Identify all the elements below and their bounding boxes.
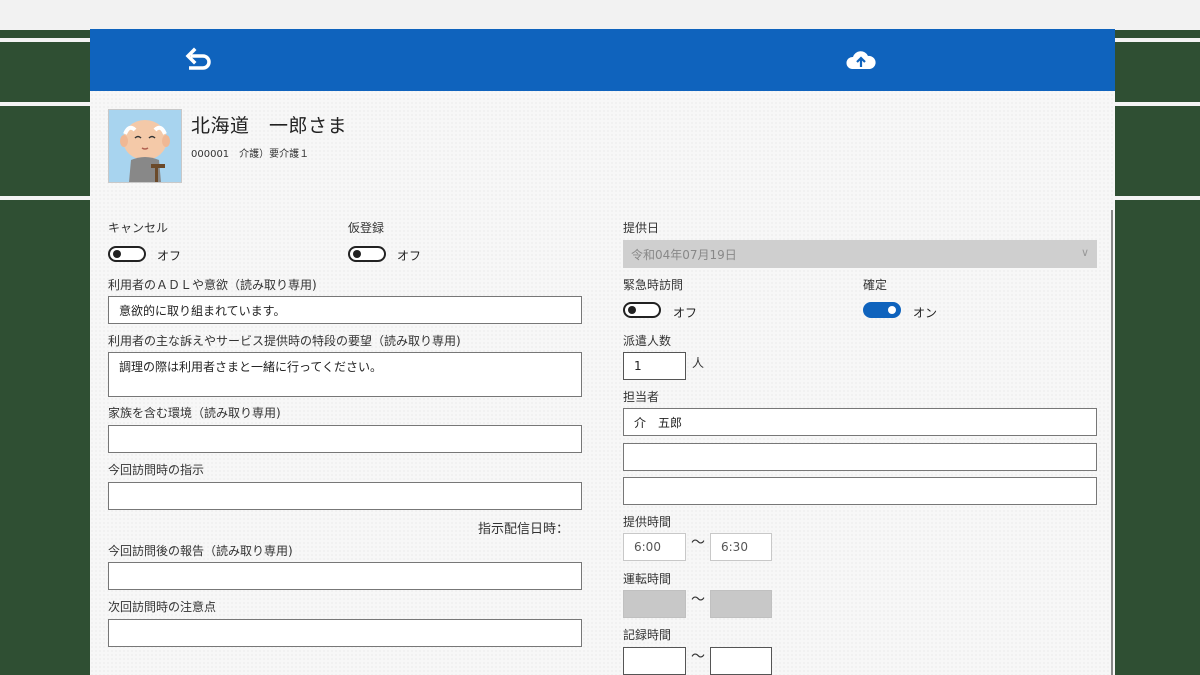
confirm-toggle[interactable] bbox=[863, 302, 901, 318]
drive-start-field[interactable] bbox=[623, 590, 686, 618]
next-notes-label: 次回訪問時の注意点 bbox=[108, 600, 217, 614]
background-top-band bbox=[0, 0, 1200, 30]
adl-label: 利用者のＡＤＬや意欲（読み取り専用) bbox=[108, 278, 317, 292]
drive-time-label: 運転時間 bbox=[623, 572, 672, 586]
background-stripe bbox=[0, 196, 90, 200]
background-stripe bbox=[1115, 196, 1200, 200]
next-notes-field[interactable] bbox=[108, 619, 582, 647]
cancel-state: オフ bbox=[157, 249, 182, 263]
report-field[interactable] bbox=[108, 562, 582, 590]
request-label: 利用者の主な訴えやサービス提供時の特段の要望（読み取り専用) bbox=[108, 334, 461, 348]
return-arrow-icon bbox=[185, 47, 211, 70]
report-label: 今回訪問後の報告（読み取り専用) bbox=[108, 544, 293, 558]
record-time-label: 記録時間 bbox=[623, 628, 672, 642]
temp-register-state: オフ bbox=[397, 249, 422, 263]
dispatch-count-label: 派遣人数 bbox=[623, 334, 672, 348]
staff-field-1[interactable]: 介 五郎 bbox=[623, 408, 1097, 436]
record-panel: 北海道 一郎さま 000001 介護）要介護１ キャンセル オフ 仮登録 オフ … bbox=[90, 29, 1115, 675]
upload-button[interactable] bbox=[843, 43, 879, 79]
record-start-field[interactable] bbox=[623, 647, 686, 675]
family-label: 家族を含む環境（読み取り専用) bbox=[108, 406, 281, 420]
record-time-tilde: ～ bbox=[691, 649, 705, 665]
instruction-field[interactable] bbox=[108, 482, 582, 510]
instruction-date-label: 指示配信日時： bbox=[478, 522, 570, 537]
staff-label: 担当者 bbox=[623, 390, 660, 404]
service-time-label: 提供時間 bbox=[623, 515, 672, 529]
dispatch-unit: 人 bbox=[692, 356, 705, 370]
request-field[interactable]: 調理の際は利用者さまと一緒に行ってください。 bbox=[108, 352, 582, 397]
confirm-state: オン bbox=[913, 306, 938, 320]
patient-avatar bbox=[108, 109, 182, 183]
patient-name: 北海道 一郎さま bbox=[191, 115, 348, 137]
cloud-upload-icon bbox=[846, 51, 876, 69]
drive-end-field[interactable] bbox=[710, 590, 772, 618]
chevron-down-icon: ∨ bbox=[1080, 246, 1089, 259]
staff-field-3[interactable] bbox=[623, 477, 1097, 505]
temp-register-toggle[interactable] bbox=[348, 246, 386, 262]
background-stripe bbox=[1115, 38, 1200, 42]
service-time-tilde: ～ bbox=[691, 535, 705, 551]
date-value: 令和04年07月19日 bbox=[631, 247, 737, 262]
adl-field[interactable]: 意欲的に取り組まれています。 bbox=[108, 296, 582, 324]
emergency-toggle[interactable] bbox=[623, 302, 661, 318]
date-dropdown[interactable]: 令和04年07月19日 ∨ bbox=[623, 240, 1097, 268]
date-label: 提供日 bbox=[623, 221, 660, 235]
drive-time-tilde: ～ bbox=[691, 592, 705, 608]
cancel-toggle[interactable] bbox=[108, 246, 146, 262]
staff-field-2[interactable] bbox=[623, 443, 1097, 471]
service-start-field[interactable]: 6:00 bbox=[623, 533, 686, 561]
background-stripe bbox=[0, 102, 90, 106]
background-stripe bbox=[1115, 102, 1200, 106]
background-stripe bbox=[0, 38, 90, 42]
service-end-field[interactable]: 6:30 bbox=[710, 533, 772, 561]
dispatch-count-field[interactable]: 1 bbox=[623, 352, 686, 380]
emergency-state: オフ bbox=[673, 306, 698, 320]
elderly-man-icon bbox=[120, 120, 170, 182]
family-field[interactable] bbox=[108, 425, 582, 453]
confirm-label: 確定 bbox=[863, 278, 888, 292]
back-button[interactable] bbox=[180, 43, 216, 79]
app-header bbox=[90, 29, 1115, 91]
emergency-label: 緊急時訪問 bbox=[623, 278, 684, 292]
cancel-label: キャンセル bbox=[108, 221, 169, 235]
record-end-field[interactable] bbox=[710, 647, 772, 675]
instruction-label: 今回訪問時の指示 bbox=[108, 463, 205, 477]
patient-info: 000001 介護）要介護１ bbox=[191, 149, 310, 160]
temp-register-label: 仮登録 bbox=[348, 221, 385, 235]
vertical-scrollbar[interactable] bbox=[1111, 210, 1113, 675]
